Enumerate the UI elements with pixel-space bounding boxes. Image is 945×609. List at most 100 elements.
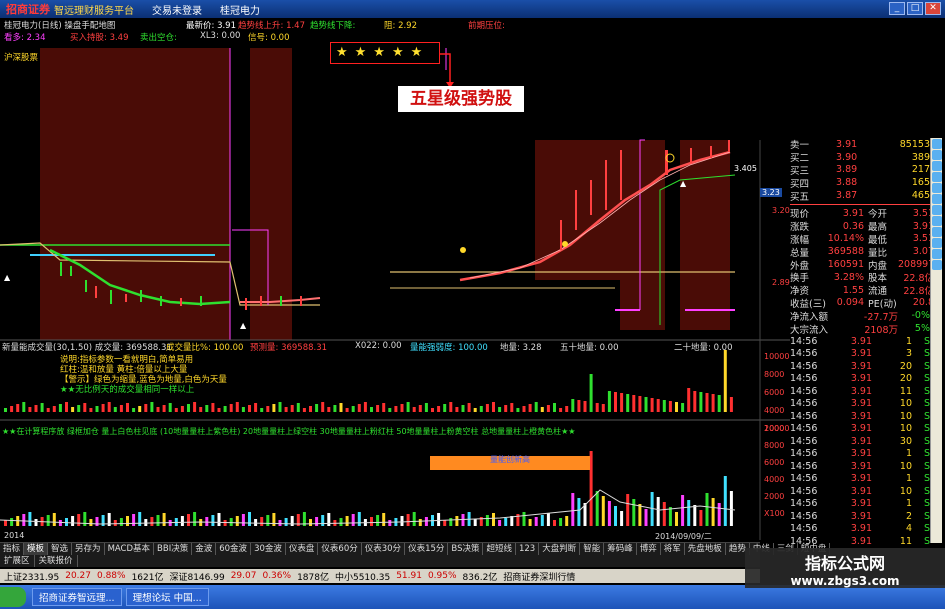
stock-name-menu[interactable]: 桂冠电力: [220, 2, 260, 17]
quote-row: 涨跌 0.36 最高 3.91: [790, 220, 934, 234]
maximize-icon[interactable]: □: [907, 2, 923, 15]
lower-bar: [681, 495, 685, 526]
lower-bar: [644, 509, 648, 526]
volume-bar: [229, 404, 233, 412]
zx-index[interactable]: 中小5510.35: [335, 570, 390, 583]
lower-bar: [492, 513, 495, 526]
lower-bar: [132, 514, 136, 526]
tab-indicator[interactable]: 大盘判断: [539, 543, 581, 555]
lower-bar: [321, 515, 325, 526]
volume-bar: [662, 400, 666, 412]
volume-bar: [388, 408, 392, 412]
lower-bar: [376, 515, 380, 526]
volume-bar: [638, 396, 642, 412]
volume-bar: [101, 404, 105, 412]
taskbar-app-1[interactable]: 招商证券智远理...: [32, 588, 122, 606]
quote-stats: 现价 3.91 今开 3.51 涨跌 0.36 最高 3.91 涨幅 10.14% 最低 3.51 总量…: [790, 207, 940, 310]
lower-bar: [571, 493, 575, 526]
tab-indicator[interactable]: 60金波: [216, 543, 252, 555]
tab-indicator[interactable]: BBI决策: [154, 543, 193, 555]
tab-indicator[interactable]: 指标: [0, 543, 25, 555]
tab-indicator[interactable]: MACD基本: [105, 543, 155, 555]
volume-bar: [443, 404, 447, 412]
volume-bar: [4, 408, 7, 412]
lower-bar: [388, 520, 392, 526]
volume-bar: [113, 407, 117, 412]
lower-bar: [412, 512, 416, 526]
lower-bar: [662, 502, 666, 526]
volume-bar: [650, 398, 654, 412]
tab-extension[interactable]: 扩展区: [0, 555, 35, 567]
tab-indicator[interactable]: 筹码峰: [604, 543, 637, 555]
quote-row: 现价 3.91 今开 3.51: [790, 207, 934, 221]
orderbook-row: 买三 3.89 217: [790, 164, 930, 177]
tab-indicator[interactable]: 将军: [661, 543, 685, 555]
tab-indicator[interactable]: 123: [516, 543, 540, 555]
volume-bar: [516, 408, 520, 412]
volume-bar: [248, 405, 251, 412]
start-button[interactable]: [0, 587, 26, 607]
tab-indicator[interactable]: 30金波: [251, 543, 286, 555]
volume-bar: [168, 403, 172, 412]
volume-bar: [272, 404, 276, 412]
tab-indicator[interactable]: 另存为: [72, 543, 105, 555]
volume-bar: [632, 395, 636, 412]
volume-bar: [412, 407, 416, 412]
volume-bar: [290, 405, 294, 412]
tab-indicator[interactable]: 博弈: [637, 543, 661, 555]
tab-indicator[interactable]: 智能: [580, 543, 605, 555]
volume-bar: [315, 404, 319, 412]
sz-index[interactable]: 深证8146.99: [169, 570, 224, 583]
close-icon[interactable]: ✕: [925, 2, 941, 15]
taskbar-app-2[interactable]: 理想论坛 中国...: [125, 588, 209, 606]
orderbook-row: 买四 3.88 165: [790, 177, 930, 190]
volume-bar: [278, 402, 282, 412]
tick-row: 14:56 3.91 10 S: [790, 398, 930, 410]
tab-indicator[interactable]: 仪表15分: [405, 543, 449, 555]
lower-bar: [241, 514, 245, 526]
tab-indicator[interactable]: 先盘地板: [685, 543, 726, 555]
volume-bar: [34, 405, 38, 412]
volume-bar: [205, 405, 209, 412]
sh-index[interactable]: 上证2331.95: [4, 570, 59, 583]
zone-4: [680, 140, 730, 330]
lower-bar: [675, 512, 678, 526]
chart-area[interactable]: ▲ ▲ ▲: [0, 40, 790, 540]
lower-bar: [723, 476, 727, 526]
tick-row: 14:56 3.91 1 S: [790, 498, 930, 510]
tab-indicator[interactable]: BS决策: [448, 543, 484, 555]
minimize-icon[interactable]: _: [889, 2, 905, 15]
volume-bar: [302, 408, 306, 412]
volume-bar: [540, 407, 544, 412]
volume-bar: [583, 401, 587, 412]
volume-bar: [571, 399, 575, 412]
window-controls: _ □ ✕: [889, 2, 941, 15]
tab-indicator[interactable]: 仪表盘: [286, 543, 319, 555]
tab-indicator[interactable]: 仪表60分: [318, 543, 362, 555]
right-scrollbar[interactable]: [930, 138, 942, 543]
trade-login-menu[interactable]: 交易未登录: [152, 2, 202, 17]
volume-header: 新量能成交量(30,1.50) 成交量: 369588.31 成交量比%: 10…: [2, 341, 733, 353]
volume-bar: [52, 406, 56, 412]
lower-bar: [290, 516, 294, 526]
lower-bar: [406, 514, 410, 526]
volume-bar: [400, 404, 404, 412]
extension-tabs: 扩展区 关联报价: [0, 555, 760, 567]
lower-bar: [4, 520, 7, 526]
tab-related-quotes[interactable]: 关联报价: [35, 555, 78, 567]
os-taskbar: 招商证券智远理... 理想论坛 中国...: [0, 585, 945, 609]
volume-bar: [187, 404, 190, 412]
tab-indicator[interactable]: 超短线: [483, 543, 516, 555]
lower-bar: [607, 501, 611, 526]
tick-row: 14:56 3.91 10 S: [790, 423, 930, 435]
volume-bar: [717, 395, 721, 412]
quote-row: 换手 3.28% 股本 22.8亿: [790, 271, 934, 285]
lower-bar: [717, 503, 721, 526]
volume-bar: [126, 403, 129, 412]
tab-indicator[interactable]: 模板: [24, 543, 49, 555]
date-label: 2014/09/09/二: [655, 532, 712, 541]
tab-indicator[interactable]: 仪表30分: [362, 543, 406, 555]
volume-bar: [601, 404, 605, 412]
tab-indicator[interactable]: 金波: [192, 543, 217, 555]
tab-indicator[interactable]: 智选: [48, 543, 73, 555]
